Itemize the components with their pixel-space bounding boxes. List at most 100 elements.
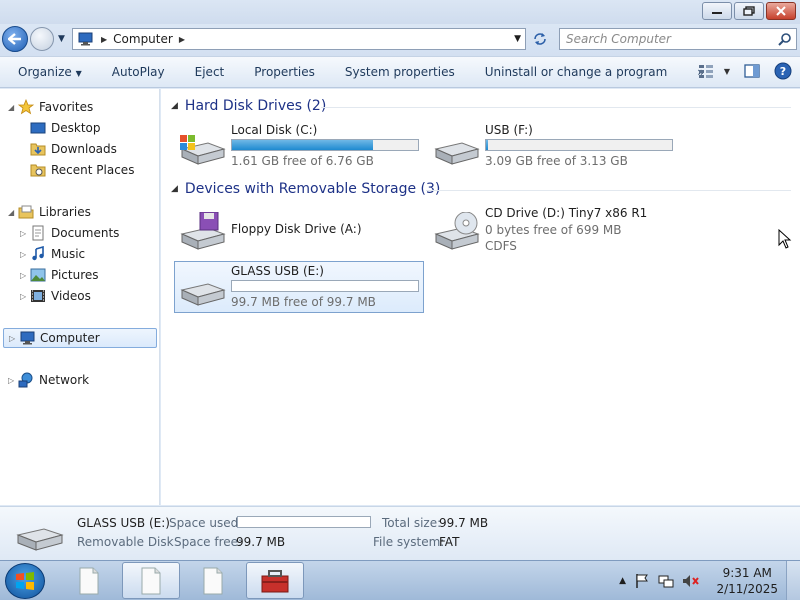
breadcrumb-chevron-icon[interactable]: ▶ [179, 35, 185, 44]
drive-local-disk-c[interactable]: Local Disk (C:) 1.61 GB free of 6.76 GB [175, 121, 425, 173]
uninstall-program-button[interactable]: Uninstall or change a program [470, 65, 683, 79]
details-space-used-label: Space used: [169, 516, 243, 530]
organize-menu[interactable]: Organize ▼ [0, 65, 97, 79]
collapse-group-icon[interactable]: ◢ [171, 184, 178, 194]
close-button[interactable] [766, 2, 796, 20]
expand-triangle-icon[interactable]: ▷ [20, 229, 30, 238]
clock-date: 2/11/2025 [716, 582, 778, 596]
minimize-icon [712, 12, 722, 14]
sidebar-item-desktop[interactable]: Desktop [30, 118, 101, 138]
expand-triangle-icon[interactable]: ▷ [9, 334, 19, 343]
drive-usb-f[interactable]: USB (F:) 3.09 GB free of 3.13 GB [429, 121, 679, 173]
details-pane: GLASS USB (E:) Removable Disk Space used… [0, 506, 800, 560]
address-bar[interactable]: ▶ Computer ▶ ▼ [72, 28, 526, 50]
details-file-system-value: FAT [439, 535, 460, 549]
drive-free-space: 3.09 GB free of 3.13 GB [485, 154, 628, 168]
music-icon [32, 246, 44, 261]
recent-pages-dropdown[interactable]: ▼ [58, 34, 65, 44]
help-icon[interactable]: ? [774, 62, 792, 80]
network-icon [18, 372, 33, 388]
eject-button[interactable]: Eject [180, 65, 240, 79]
drive-floppy-a[interactable]: Floppy Disk Drive (A:) [175, 204, 425, 256]
expand-triangle-icon[interactable]: ▷ [20, 250, 30, 259]
start-button[interactable] [5, 563, 45, 599]
sidebar-label: Favorites [39, 100, 94, 114]
document-icon [79, 567, 99, 594]
properties-button[interactable]: Properties [239, 65, 330, 79]
volume-muted-icon[interactable] [682, 573, 700, 589]
search-icon[interactable] [778, 32, 792, 46]
change-view-button[interactable]: ▼ [698, 64, 730, 78]
drive-file-system: CDFS [485, 239, 517, 253]
taskbar-app-1[interactable] [60, 562, 118, 599]
downloads-folder-icon [30, 143, 46, 156]
sidebar-item-pictures[interactable]: ▷ Pictures [20, 265, 99, 285]
sidebar-item-computer[interactable]: ▷ Computer [3, 328, 157, 348]
expand-triangle-icon[interactable]: ◢ [8, 208, 18, 217]
sidebar-item-recent-places[interactable]: Recent Places [30, 160, 134, 180]
command-bar: Organize ▼ AutoPlay Eject Properties Sys… [0, 56, 800, 88]
expand-triangle-icon[interactable]: ▷ [20, 292, 30, 301]
refresh-button[interactable] [528, 28, 552, 50]
sidebar-label: Pictures [51, 268, 99, 282]
group-title-text: Devices with Removable Storage (3) [184, 181, 441, 197]
breadcrumb-computer[interactable]: Computer [113, 32, 173, 46]
back-button[interactable] [2, 26, 28, 52]
clock[interactable]: 9:31 AM 2/11/2025 [716, 565, 778, 597]
taskbar-app-3[interactable] [184, 562, 242, 599]
drive-usage-bar [231, 139, 419, 151]
show-hidden-icons-icon[interactable]: ▲ [619, 576, 626, 586]
autoplay-button[interactable]: AutoPlay [97, 65, 180, 79]
search-box[interactable] [559, 28, 797, 50]
computer-icon [20, 331, 35, 345]
libraries-icon [18, 205, 34, 219]
view-options-icon [698, 65, 713, 78]
recent-places-icon [30, 164, 46, 177]
details-space-free-value: 99.7 MB [236, 535, 286, 549]
forward-button[interactable] [30, 27, 54, 51]
minimize-button[interactable] [702, 2, 732, 20]
taskbar: ▲ 9:31 AM 2/11/2025 [0, 560, 800, 600]
drive-cd-d[interactable]: CD Drive (D:) Tiny7 x86 R1 0 bytes free … [429, 204, 679, 256]
sidebar-label: Desktop [51, 121, 101, 135]
network-status-icon[interactable] [658, 573, 674, 589]
drive-usage-bar [485, 139, 673, 151]
sidebar-item-videos[interactable]: ▷ Videos [20, 286, 91, 306]
mouse-cursor-icon [778, 229, 792, 249]
drive-name: USB (F:) [485, 123, 533, 137]
show-desktop-button[interactable] [786, 561, 800, 600]
sidebar-label: Recent Places [51, 163, 135, 177]
restore-button[interactable] [734, 2, 764, 20]
computer-icon [78, 32, 93, 46]
close-icon [776, 6, 786, 16]
sidebar-item-music[interactable]: ▷ Music [20, 244, 85, 264]
sidebar-item-network[interactable]: ▷ Network [8, 370, 89, 390]
sidebar-item-downloads[interactable]: Downloads [30, 139, 117, 159]
preview-pane-icon[interactable] [744, 64, 760, 78]
expand-triangle-icon[interactable]: ▷ [20, 271, 30, 280]
collapse-group-icon[interactable]: ◢ [171, 101, 178, 111]
drive-name: Floppy Disk Drive (A:) [231, 222, 362, 236]
cd-drive-icon [434, 212, 480, 250]
group-header-hard-disk-drives[interactable]: ◢ Hard Disk Drives (2) [171, 98, 326, 114]
address-dropdown-icon[interactable]: ▼ [514, 34, 521, 44]
expand-triangle-icon[interactable]: ◢ [8, 103, 18, 112]
drive-free-space: 0 bytes free of 699 MB [485, 223, 622, 237]
sidebar-item-libraries[interactable]: ◢ Libraries [8, 202, 91, 222]
taskbar-app-2[interactable] [122, 562, 180, 599]
details-drive-type: Removable Disk [77, 535, 174, 549]
system-properties-button[interactable]: System properties [330, 65, 470, 79]
taskbar-app-toolbox[interactable] [246, 562, 304, 599]
sidebar-item-favorites[interactable]: ◢ Favorites [8, 97, 93, 117]
sidebar-label: Documents [51, 226, 120, 240]
breadcrumb-chevron-icon[interactable]: ▶ [101, 35, 107, 44]
drive-free-space: 99.7 MB free of 99.7 MB [231, 295, 376, 309]
details-total-size-value: 99.7 MB [439, 516, 489, 530]
toolbox-icon [261, 569, 289, 592]
drive-glass-usb-e[interactable]: GLASS USB (E:) 99.7 MB free of 99.7 MB [174, 261, 424, 313]
action-center-flag-icon[interactable] [634, 573, 650, 589]
search-input[interactable] [560, 29, 770, 49]
sidebar-item-documents[interactable]: ▷ Documents [20, 223, 119, 243]
group-header-removable-storage[interactable]: ◢ Devices with Removable Storage (3) [171, 181, 440, 197]
expand-triangle-icon[interactable]: ▷ [8, 376, 18, 385]
